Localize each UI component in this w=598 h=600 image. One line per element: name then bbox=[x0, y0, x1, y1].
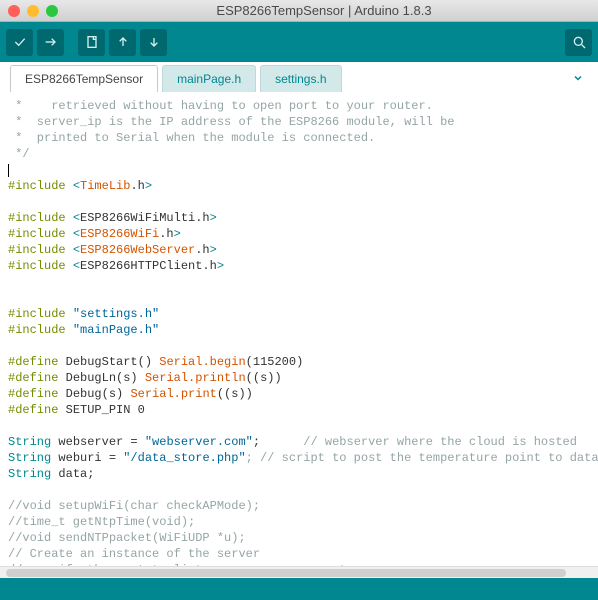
var-decl: webserver = bbox=[51, 435, 145, 449]
save-button[interactable] bbox=[140, 29, 167, 56]
macro-name: DebugStart() bbox=[66, 355, 160, 369]
tab-main-sketch[interactable]: ESP8266TempSensor bbox=[10, 65, 158, 93]
comment-line: //time_t getNtpTime(void); bbox=[8, 515, 195, 529]
lib-name: ESP8266WebServer bbox=[80, 243, 195, 257]
window-title: ESP8266TempSensor | Arduino 1.8.3 bbox=[58, 3, 590, 18]
code-editor[interactable]: * retrieved without having to open port … bbox=[0, 92, 598, 566]
toolbar bbox=[0, 22, 598, 62]
keyword: #define bbox=[8, 387, 58, 401]
open-button[interactable] bbox=[109, 29, 136, 56]
text-cursor bbox=[8, 164, 9, 177]
angle-bracket: < bbox=[73, 243, 80, 257]
keyword: #include bbox=[8, 323, 66, 337]
ext: .h bbox=[159, 227, 173, 241]
type: String bbox=[8, 467, 51, 481]
comment-line: * printed to Serial when the module is c… bbox=[8, 131, 375, 145]
lib-name: ESP8266HTTPClient.h bbox=[80, 259, 217, 273]
keyword: #include bbox=[8, 211, 66, 225]
keyword: #define bbox=[8, 371, 58, 385]
string: mainPage.h bbox=[80, 323, 152, 337]
comment-line: //void setupWiFi(char checkAPMode); bbox=[8, 499, 260, 513]
horizontal-scrollbar[interactable] bbox=[0, 566, 598, 578]
upload-button[interactable] bbox=[37, 29, 64, 56]
var-decl: data; bbox=[51, 467, 94, 481]
window-title-bar: ESP8266TempSensor | Arduino 1.8.3 bbox=[0, 0, 598, 22]
macro-name: SETUP_PIN 0 bbox=[66, 403, 145, 417]
keyword: #define bbox=[8, 355, 58, 369]
func: Serial.print bbox=[130, 387, 216, 401]
scrollbar-thumb[interactable] bbox=[6, 569, 566, 577]
window-controls[interactable] bbox=[8, 5, 58, 17]
args: ((s)) bbox=[217, 387, 253, 401]
macro-name: DebugLn(s) bbox=[66, 371, 145, 385]
macro-name: Debug(s) bbox=[66, 387, 131, 401]
type: String bbox=[8, 451, 51, 465]
new-button[interactable] bbox=[78, 29, 105, 56]
comment: ; // script to post the temperature poin… bbox=[246, 451, 598, 465]
string: "/data_store.php" bbox=[123, 451, 245, 465]
func: Serial.begin bbox=[159, 355, 245, 369]
args: (115200) bbox=[246, 355, 304, 369]
maximize-icon[interactable] bbox=[46, 5, 58, 17]
keyword: #include bbox=[8, 179, 66, 193]
angle-bracket: < bbox=[73, 259, 80, 273]
lib-name: ESP8266WiFiMulti.h bbox=[80, 211, 210, 225]
angle-bracket: < bbox=[73, 179, 80, 193]
minimize-icon[interactable] bbox=[27, 5, 39, 17]
tab-menu-button[interactable] bbox=[568, 68, 588, 88]
string: " bbox=[73, 323, 80, 337]
string: " bbox=[152, 323, 159, 337]
string: settings.h bbox=[80, 307, 152, 321]
status-bar bbox=[0, 578, 598, 600]
comment-line: // Create an instance of the server bbox=[8, 547, 260, 561]
func: Serial.println bbox=[145, 371, 246, 385]
comment-line: */ bbox=[8, 147, 30, 161]
angle-bracket: > bbox=[217, 259, 224, 273]
angle-bracket: > bbox=[210, 243, 217, 257]
string: " bbox=[152, 307, 159, 321]
var-decl: weburi = bbox=[51, 451, 123, 465]
comment-line: * server_ip is the IP address of the ESP… bbox=[8, 115, 454, 129]
keyword: #include bbox=[8, 227, 66, 241]
angle-bracket: > bbox=[145, 179, 152, 193]
lib-name: ESP8266WiFi bbox=[80, 227, 159, 241]
comment-line: * retrieved without having to open port … bbox=[8, 99, 433, 113]
comment-line: //void sendNTPpacket(WiFiUDP *u); bbox=[8, 531, 246, 545]
tab-mainpage-h[interactable]: mainPage.h bbox=[162, 65, 256, 92]
string: "webserver.com" bbox=[145, 435, 253, 449]
verify-button[interactable] bbox=[6, 29, 33, 56]
string: " bbox=[73, 307, 80, 321]
angle-bracket: < bbox=[73, 211, 80, 225]
type: String bbox=[8, 435, 51, 449]
keyword: #include bbox=[8, 259, 66, 273]
serial-monitor-button[interactable] bbox=[565, 29, 592, 56]
tab-settings-h[interactable]: settings.h bbox=[260, 65, 341, 92]
lib-name: TimeLib bbox=[80, 179, 130, 193]
semi: ; bbox=[253, 435, 260, 449]
keyword: #include bbox=[8, 243, 66, 257]
comment: // webserver where the cloud is hosted bbox=[260, 435, 577, 449]
ext: .h bbox=[195, 243, 209, 257]
angle-bracket: > bbox=[174, 227, 181, 241]
angle-bracket: > bbox=[210, 211, 217, 225]
close-icon[interactable] bbox=[8, 5, 20, 17]
tab-bar: ESP8266TempSensor mainPage.h settings.h bbox=[0, 62, 598, 92]
ext: .h bbox=[130, 179, 144, 193]
keyword: #include bbox=[8, 307, 66, 321]
angle-bracket: < bbox=[73, 227, 80, 241]
keyword: #define bbox=[8, 403, 58, 417]
args: ((s)) bbox=[246, 371, 282, 385]
